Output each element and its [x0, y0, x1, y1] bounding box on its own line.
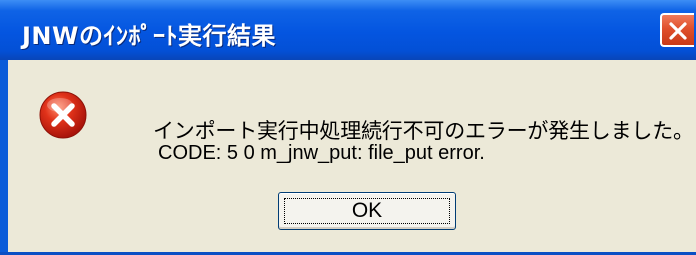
error-message: インポート実行中処理続行不可のエラーが発生しました。 — [153, 119, 694, 143]
ok-button[interactable]: OK — [278, 192, 456, 230]
window-title: JNWのｲﾝﾎﾟｰﾄ実行結果 — [22, 22, 276, 50]
error-icon — [39, 91, 87, 139]
dialog-window: JNWのｲﾝﾎﾟｰﾄ実行結果 インポート実行中処理続行不可のエラーが発生しました… — [0, 0, 696, 255]
close-button[interactable] — [660, 13, 694, 47]
title-bar[interactable]: JNWのｲﾝﾎﾟｰﾄ実行結果 — [0, 0, 696, 60]
ok-button-label: OK — [351, 199, 383, 222]
close-icon — [669, 22, 687, 40]
error-code: CODE: 5 0 m_jnw_put: file_put error. — [158, 142, 485, 164]
dialog-body: インポート実行中処理続行不可のエラーが発生しました。 CODE: 5 0 m_j… — [8, 60, 696, 252]
